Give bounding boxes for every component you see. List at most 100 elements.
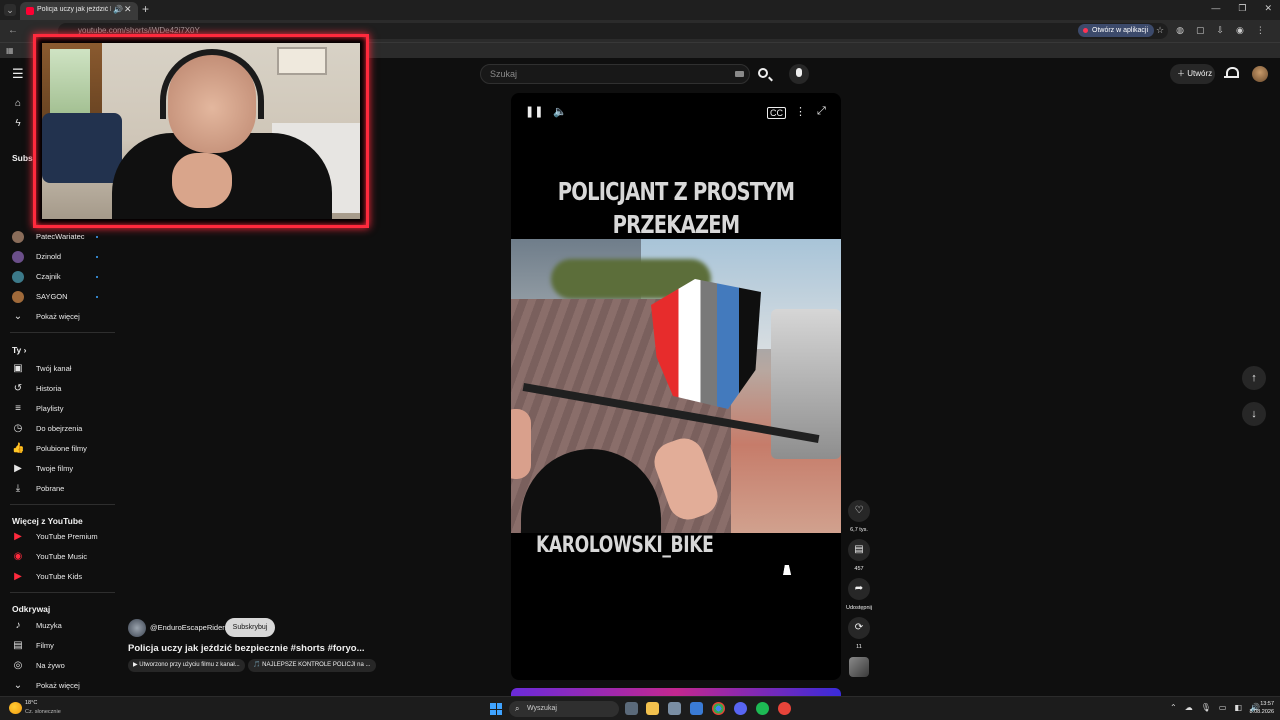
chrome-icon[interactable] [712, 702, 725, 715]
taskbar-search-input[interactable]: ⌕ Wyszukaj [509, 701, 619, 717]
subscribe-button[interactable]: Subskrybuj [225, 618, 275, 637]
cloud-icon[interactable]: ☁ [1185, 703, 1193, 712]
sidebar-item-live[interactable]: ◎ Na żywo [0, 656, 118, 676]
restore-icon[interactable]: ❐ [1238, 3, 1246, 14]
video-frame [511, 239, 841, 533]
file-explorer-icon[interactable] [646, 702, 659, 715]
webcam-chair [42, 113, 122, 183]
sidebar-item-watch-later[interactable]: ◷ Do obejrzenia [0, 419, 118, 439]
spotify-icon[interactable] [756, 702, 769, 715]
source-video-chip[interactable]: ▶ Utworzono przy użyciu filmu z kanał... [128, 659, 245, 672]
sidebar-item-your-videos[interactable]: ▶ Twoje filmy [0, 459, 118, 479]
create-button[interactable]: ＋ Utwórz [1170, 64, 1215, 84]
back-icon[interactable]: ← [8, 25, 18, 36]
sound-thumbnail[interactable] [849, 657, 869, 677]
next-short-arrow-down-icon[interactable]: ↓ [1242, 402, 1266, 426]
hamburger-menu-icon[interactable]: ☰ [12, 66, 24, 82]
sidebar-item-label: Na żywo [36, 661, 65, 670]
channel-avatar[interactable] [128, 619, 146, 637]
menu-dots-icon[interactable]: ⋮ [1256, 25, 1265, 36]
sidebar-channel[interactable]: Czajnik [0, 267, 118, 287]
short-title[interactable]: Policja uczy jak jeździć bezpiecznie #sh… [128, 643, 365, 654]
sidebar-item-label: Historia [36, 384, 62, 393]
sidebar-channel[interactable]: SAYGON [0, 287, 118, 307]
user-box-icon: ▣ [13, 363, 23, 374]
share-button[interactable]: ➦ [848, 578, 870, 600]
new-content-dot [96, 256, 98, 258]
search-placeholder: Szukaj [490, 69, 518, 79]
bookmark-star-icon[interactable]: ☆ [1156, 25, 1164, 36]
open-in-app-button[interactable]: Otwórz w aplikacji [1078, 24, 1155, 37]
webcam-scene [42, 43, 360, 219]
tab-audio-icon[interactable]: 🔊 [113, 5, 123, 14]
sidebar-item-downloads[interactable]: ⤓ Pobrane [0, 479, 118, 499]
sidebar-item-your-channel[interactable]: ▣ Twój kanał [0, 359, 118, 379]
search-button[interactable] [755, 66, 773, 84]
captions-icon[interactable]: CC [767, 107, 786, 119]
sidebar-item-history[interactable]: ↺ Historia [0, 379, 118, 399]
windows-start-icon[interactable] [490, 703, 502, 715]
more-options-icon[interactable]: ⋮ [795, 105, 806, 118]
weather-sun-icon[interactable] [9, 702, 22, 714]
sidebar-item-label: Filmy [36, 641, 54, 650]
sidebar-item-films[interactable]: ▤ Filmy [0, 636, 118, 656]
like-button[interactable]: ♡ [848, 500, 870, 522]
show-more-label: Pokaż więcej [36, 681, 80, 690]
sidebar-show-more[interactable]: ⌄ Pokaż więcej [0, 676, 118, 696]
pause-icon[interactable]: ❚❚ [525, 105, 543, 118]
sidebar-item-premium[interactable]: ▶ YouTube Premium [0, 527, 118, 547]
monitor-icon[interactable]: ▭ [1219, 703, 1227, 712]
previous-short-arrow-up-icon[interactable]: ↑ [1242, 366, 1266, 390]
obs-icon[interactable] [778, 702, 791, 715]
taskbar-search-placeholder: Wyszukaj [527, 705, 557, 712]
comments-button[interactable]: ▤ [848, 539, 870, 561]
voice-search-icon[interactable] [789, 64, 809, 84]
channel-name: Czajnik [36, 272, 61, 281]
tray-chevron-icon[interactable]: ⌃ [1170, 703, 1177, 712]
sound-chip[interactable]: 🎵 NAJLEPSZE KONTROLE POLICJI na ... [248, 659, 376, 672]
discord-icon[interactable] [734, 702, 747, 715]
puzzle-icon[interactable]: ▢ [1196, 25, 1205, 36]
account-avatar[interactable] [1252, 66, 1268, 82]
download-tray-icon[interactable]: ⇩ [1216, 25, 1224, 36]
sidebar-channel[interactable]: PatecWariatec [0, 227, 118, 247]
sidebar-item-playlists[interactable]: ≡ Playlisty [0, 399, 118, 419]
fullscreen-icon[interactable]: ⤢ [817, 105, 826, 118]
sidebar-item-kids[interactable]: ▶ YouTube Kids [0, 567, 118, 587]
you-heading[interactable]: Ty › [12, 345, 27, 355]
film-icon: ▤ [13, 640, 23, 651]
next-short-preview[interactable] [511, 688, 841, 696]
webcam-wall-picture [277, 47, 327, 75]
tab-search-icon[interactable]: ⌄ [4, 4, 16, 16]
profile-icon[interactable]: ◉ [1236, 25, 1244, 36]
new-tab-button[interactable]: + [142, 2, 149, 16]
clock-icon: ◷ [13, 423, 23, 434]
playlist-icon: ≡ [15, 403, 21, 414]
task-view-icon[interactable] [625, 702, 638, 715]
extension-icon[interactable]: ◍ [1176, 25, 1184, 36]
browser-tab-active[interactable]: Policja uczy jak jeździć bezp 🔊 ✕ [20, 2, 138, 20]
mic-tray-icon[interactable]: 🎙 [1201, 703, 1211, 712]
sidebar-item-music-explore[interactable]: ♪ Muzyka [0, 616, 118, 636]
notifications-bell-icon[interactable] [1224, 66, 1239, 80]
apps-grid-icon[interactable]: ▦ [6, 46, 14, 55]
weather-description: Cz. słonecznie [25, 709, 61, 715]
window-close-icon[interactable]: ✕ [1264, 3, 1272, 14]
shorts-player[interactable]: ❚❚ 🔈 CC ⋮ ⤢ POLICJANT Z PROSTYM PRZEKAZE… [511, 93, 841, 680]
search-input[interactable]: Szukaj [480, 64, 750, 84]
tab-close-icon[interactable]: ✕ [124, 4, 132, 15]
sidebar-item-music[interactable]: ◉ YouTube Music [0, 547, 118, 567]
keyboard-icon[interactable] [735, 71, 744, 77]
more-from-youtube-heading: Więcej z YouTube [12, 516, 83, 526]
remix-button[interactable]: ⟳ [848, 617, 870, 639]
sidebar-channel[interactable]: Dzinold [0, 247, 118, 267]
store-icon[interactable] [668, 702, 681, 715]
sidebar-show-more[interactable]: ⌄ Pokaż więcej [0, 307, 118, 327]
minimize-icon[interactable]: — [1211, 3, 1220, 14]
sidebar-item-liked[interactable]: 👍 Polubione filmy [0, 439, 118, 459]
volume-icon[interactable]: 🔈 [553, 105, 567, 118]
mail-icon[interactable] [690, 702, 703, 715]
channel-handle[interactable]: @EnduroEscapeRiders [150, 623, 229, 632]
network-icon[interactable]: ◧ [1234, 703, 1242, 712]
taskbar-clock[interactable]: 13:57 8.08.2026 [1244, 700, 1274, 716]
